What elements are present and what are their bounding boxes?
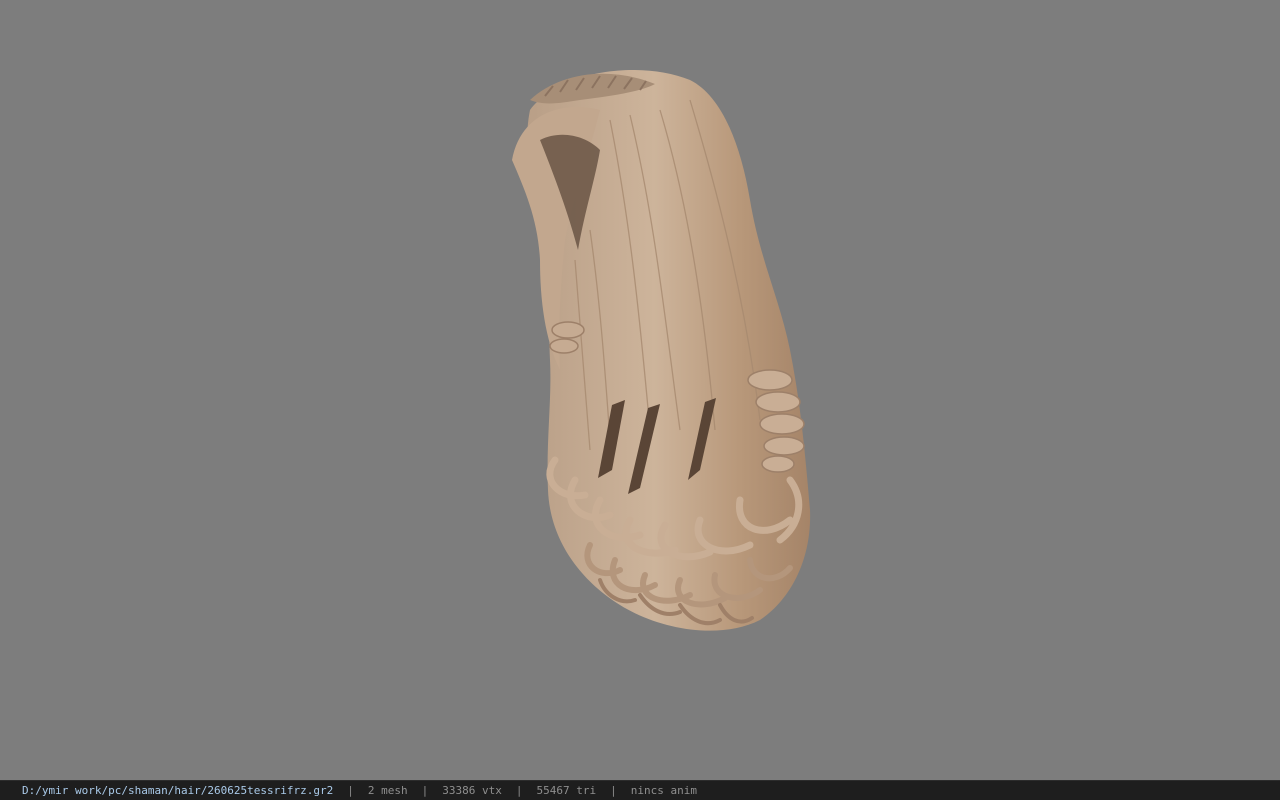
mesh-count: 2 mesh	[367, 784, 408, 797]
file-path: D:/ymir work/pc/shaman/hair/260625tessri…	[22, 784, 334, 797]
separator: |	[515, 784, 523, 797]
hair-model-render[interactable]	[0, 0, 1280, 780]
animation-status: nincs anim	[630, 784, 697, 797]
separator: |	[421, 784, 429, 797]
status-bar: D:/ymir work/pc/shaman/hair/260625tessri…	[0, 780, 1280, 800]
triangle-count: 55467 tri	[536, 784, 597, 797]
separator: |	[610, 784, 617, 797]
vertex-count: 33386 vtx	[442, 784, 502, 797]
separator: |	[347, 784, 354, 797]
3d-viewport[interactable]	[0, 0, 1280, 780]
